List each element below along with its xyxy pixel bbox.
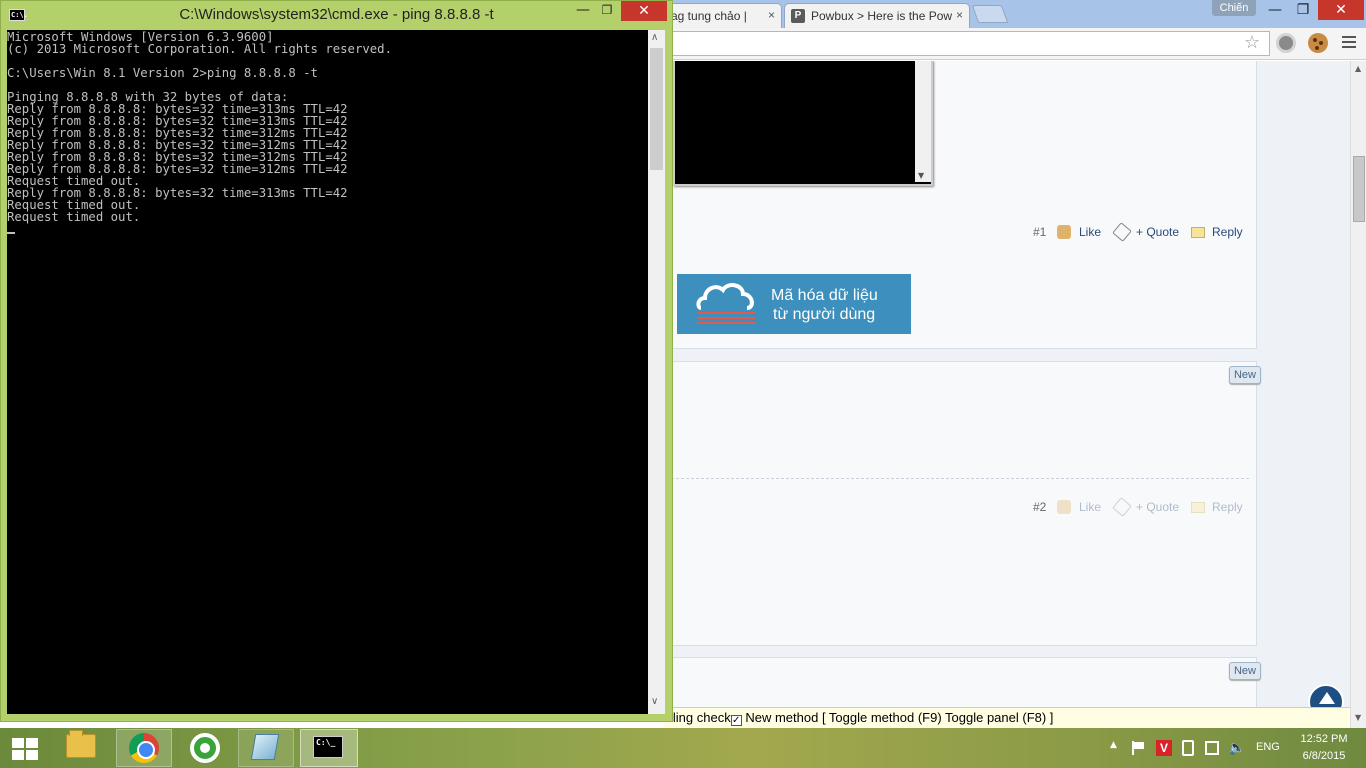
quote-button[interactable]: + Quote: [1136, 500, 1179, 514]
browser-maximize-button[interactable]: ❐: [1290, 0, 1316, 20]
new-badge: New: [1229, 662, 1261, 680]
cmd-close-button[interactable]: ✕: [621, 1, 667, 21]
cmd-scrollbar-thumb[interactable]: [650, 48, 663, 170]
address-bar[interactable]: [664, 31, 1270, 56]
post-number[interactable]: #2: [1033, 500, 1046, 514]
tab-title: Powbux > Here is the Pow: [811, 9, 953, 23]
browser-close-button[interactable]: ✕: [1318, 0, 1364, 20]
post-actions: #1 Like + Quote Reply: [1031, 222, 1251, 243]
cmd-maximize-button[interactable]: ❐: [595, 1, 619, 21]
console-line: Request timed out.: [7, 210, 141, 224]
cmd-minimize-button[interactable]: —: [569, 1, 597, 21]
browser-minimize-button[interactable]: —: [1262, 0, 1288, 20]
console-line: (c) 2013 Microsoft Corporation. All righ…: [7, 42, 392, 56]
cmd-window: C:\. C:\Windows\system32\cmd.exe - ping …: [0, 0, 673, 722]
console-line: C:\Users\Win 8.1 Version 2>ping 8.8.8.8 …: [7, 66, 318, 80]
app-icon[interactable]: [250, 734, 280, 760]
forum-post: #2 Like + Quote Reply: [660, 361, 1257, 646]
reply-button[interactable]: Reply: [1212, 500, 1243, 514]
cloud-icon: [696, 283, 755, 324]
status-prefix: lling check: [670, 710, 731, 725]
post-actions: #2 Like + Quote Reply: [1031, 497, 1251, 518]
volume-icon[interactable]: 🔈: [1228, 740, 1245, 756]
tab-title: ag tung chảo |: [671, 9, 747, 23]
cmd-title-bar[interactable]: C:\. C:\Windows\system32\cmd.exe - ping …: [1, 1, 672, 29]
forum-post: [660, 657, 1257, 707]
toggle-links[interactable]: [ Toggle method (F9) Toggle panel (F8) ]: [822, 710, 1053, 725]
extension-icon[interactable]: [1276, 33, 1296, 53]
extension-status-bar: lling check✓ New method [ Toggle method …: [664, 707, 1350, 728]
quote-icon[interactable]: [1112, 497, 1132, 517]
chrome-icon[interactable]: [129, 733, 159, 763]
quote-icon[interactable]: [1112, 222, 1132, 242]
like-button[interactable]: Like: [1079, 500, 1101, 514]
page-scrollbar-thumb[interactable]: [1353, 156, 1365, 222]
method-label: New method: [745, 710, 819, 725]
embedded-code-box: [673, 61, 933, 186]
console-cursor: [7, 232, 15, 234]
console-output[interactable]: Microsoft Windows [Version 6.3.9600] (c)…: [7, 30, 648, 714]
clock-time[interactable]: 12:52 PM: [1292, 733, 1356, 745]
network-icon[interactable]: [1205, 741, 1219, 755]
cmd-scrollbar[interactable]: ∧ ∨: [648, 30, 665, 714]
banner-line-1: Mã hóa dữ liệu: [771, 287, 878, 304]
vietkey-icon[interactable]: V: [1156, 740, 1172, 756]
coccoc-icon[interactable]: [190, 733, 220, 763]
reply-button[interactable]: Reply: [1212, 225, 1243, 239]
page-scrollbar[interactable]: ▲ ▼: [1350, 61, 1366, 728]
cmd-icon[interactable]: C:\_: [313, 736, 343, 758]
tab-close-icon[interactable]: ×: [768, 8, 775, 22]
windows-logo-icon: [12, 738, 38, 760]
clock-date[interactable]: 6/8/2015: [1292, 750, 1356, 762]
file-explorer-icon[interactable]: [66, 730, 96, 758]
quote-button[interactable]: + Quote: [1136, 225, 1179, 239]
tab-tung-chao[interactable]: ag tung chảo | ×: [664, 3, 782, 28]
tab-close-icon[interactable]: ×: [956, 8, 963, 22]
bookmark-star-icon[interactable]: ☆: [1244, 32, 1260, 53]
tab-powbux[interactable]: P Powbux > Here is the Pow ×: [784, 3, 970, 28]
scroll-up-arrow-icon[interactable]: ▲: [1355, 64, 1361, 73]
new-tab-button[interactable]: [971, 5, 1009, 23]
powbux-favicon-icon: P: [791, 9, 805, 23]
tray-overflow-chevron-icon[interactable]: ▲: [1110, 740, 1117, 750]
action-center-flag-icon[interactable]: [1132, 741, 1146, 755]
start-button[interactable]: [0, 728, 50, 768]
new-badge: New: [1229, 366, 1261, 384]
input-language[interactable]: ENG: [1256, 741, 1280, 753]
scroll-down-arrow-icon[interactable]: ▼: [1355, 713, 1361, 722]
scroll-down-arrow-icon[interactable]: ∨: [651, 696, 658, 707]
method-checkbox[interactable]: ✓: [730, 715, 742, 726]
thumbs-up-icon[interactable]: [1057, 225, 1071, 239]
thumbs-up-icon[interactable]: [1057, 500, 1071, 514]
reply-icon[interactable]: [1191, 502, 1205, 513]
reply-icon[interactable]: [1191, 227, 1205, 238]
post-number[interactable]: #1: [1033, 225, 1046, 239]
ad-banner[interactable]: Mã hóa dữ liệu từ người dùng: [677, 274, 911, 334]
banner-line-2: từ người dùng: [773, 306, 876, 323]
scroll-up-arrow-icon[interactable]: ∧: [651, 32, 658, 43]
profile-button[interactable]: Chiến: [1212, 0, 1256, 16]
code-box-scrollbar[interactable]: [915, 61, 931, 182]
menu-icon[interactable]: [1342, 36, 1356, 48]
post-divider: [661, 478, 1249, 479]
device-icon[interactable]: [1182, 740, 1194, 756]
forum-post: #1 Like + Quote Reply Mã hóa dữ liệu từ …: [660, 61, 1257, 349]
cookie-extension-icon[interactable]: [1308, 33, 1328, 53]
like-button[interactable]: Like: [1079, 225, 1101, 239]
